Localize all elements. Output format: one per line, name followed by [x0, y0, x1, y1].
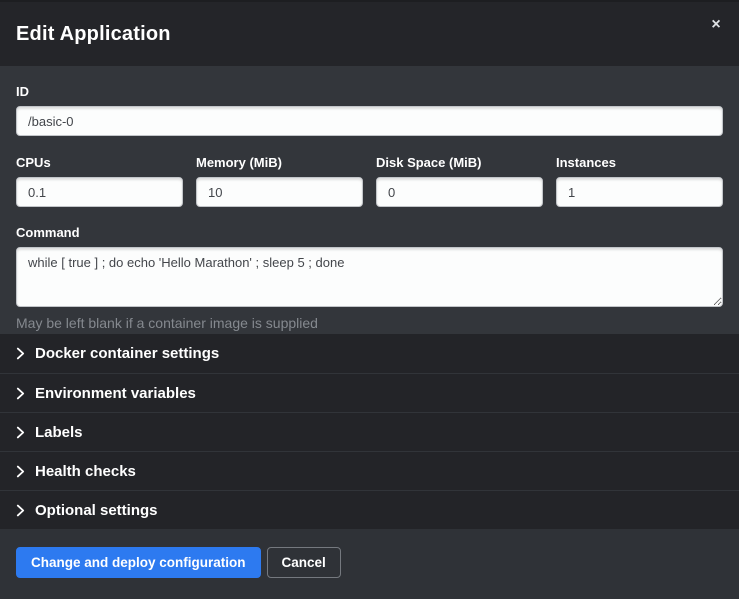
cancel-button[interactable]: Cancel [267, 547, 341, 578]
modal-footer: Change and deploy configuration Cancel [0, 529, 739, 599]
chevron-right-icon [16, 504, 25, 517]
command-field-group: Command while [ true ] ; do echo 'Hello … [16, 225, 723, 331]
collapsible-sections: Docker container settings Environment va… [0, 334, 739, 529]
section-environment-variables[interactable]: Environment variables [0, 373, 739, 412]
instances-input[interactable] [556, 177, 723, 207]
instances-label: Instances [556, 155, 723, 170]
section-label: Labels [35, 424, 83, 441]
section-optional-settings[interactable]: Optional settings [0, 490, 739, 529]
application-form: ID CPUs Memory (MiB) Disk Space (MiB) In… [0, 66, 739, 334]
command-help-text: May be left blank if a container image i… [16, 315, 723, 331]
cpus-field-group: CPUs [16, 155, 183, 207]
section-label: Health checks [35, 463, 136, 480]
section-health-checks[interactable]: Health checks [0, 451, 739, 490]
section-label: Docker container settings [35, 345, 219, 362]
chevron-right-icon [16, 426, 25, 439]
id-input[interactable] [16, 106, 723, 136]
resources-row: CPUs Memory (MiB) Disk Space (MiB) Insta… [16, 155, 723, 207]
memory-label: Memory (MiB) [196, 155, 363, 170]
edit-application-modal: Edit Application × ID CPUs Memory (MiB) … [0, 0, 739, 599]
memory-field-group: Memory (MiB) [196, 155, 363, 207]
chevron-right-icon [16, 387, 25, 400]
id-label: ID [16, 84, 723, 99]
modal-header: Edit Application × [0, 0, 739, 66]
command-textarea[interactable]: while [ true ] ; do echo 'Hello Marathon… [16, 247, 723, 307]
disk-input[interactable] [376, 177, 543, 207]
cpus-label: CPUs [16, 155, 183, 170]
disk-field-group: Disk Space (MiB) [376, 155, 543, 207]
cpus-input[interactable] [16, 177, 183, 207]
disk-label: Disk Space (MiB) [376, 155, 543, 170]
change-and-deploy-button[interactable]: Change and deploy configuration [16, 547, 261, 578]
section-label: Environment variables [35, 385, 196, 402]
chevron-right-icon [16, 465, 25, 478]
section-docker-container-settings[interactable]: Docker container settings [0, 334, 739, 373]
chevron-right-icon [16, 347, 25, 360]
memory-input[interactable] [196, 177, 363, 207]
id-field-group: ID [16, 84, 723, 136]
modal-title: Edit Application [16, 23, 171, 46]
instances-field-group: Instances [556, 155, 723, 207]
section-label: Optional settings [35, 502, 158, 519]
command-label: Command [16, 225, 723, 240]
section-labels[interactable]: Labels [0, 412, 739, 451]
close-icon[interactable]: × [705, 14, 727, 36]
